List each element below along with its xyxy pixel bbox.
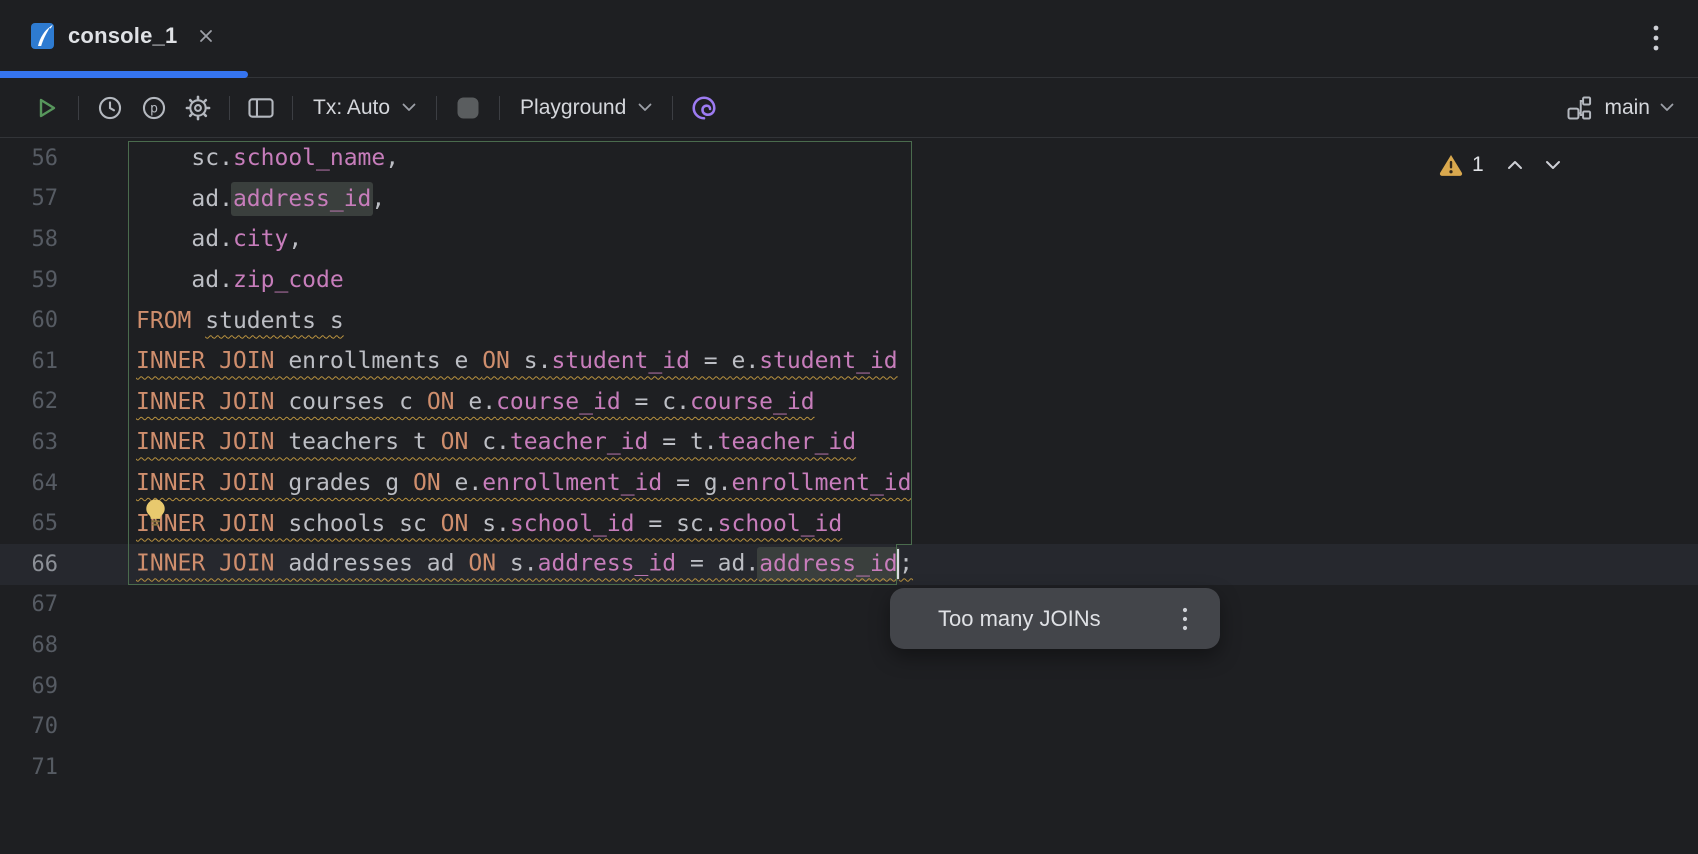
stop-button[interactable] [451, 91, 485, 125]
line-number: 59 [0, 268, 132, 293]
code-text: INNER JOIN teachers t ON c.teacher_id = … [132, 429, 856, 455]
schema-label: main [1604, 96, 1650, 120]
toolbar-divider [78, 96, 79, 120]
tab-bar: console_1 [0, 0, 1698, 78]
code-text: INNER JOIN enrollments e ON s.student_id… [132, 348, 898, 374]
line-number: 68 [0, 633, 132, 658]
editor-line-68[interactable]: 68 [0, 625, 1698, 666]
line-number: 57 [0, 186, 132, 211]
editor-line-70[interactable]: 70 [0, 706, 1698, 747]
chevron-down-icon [638, 103, 652, 112]
code-text: sc.school_name, [132, 145, 399, 171]
toolbar-divider [436, 96, 437, 120]
next-warning-icon[interactable] [1538, 150, 1568, 180]
editor-panel-icon[interactable] [244, 91, 278, 125]
warning-count: 1 [1472, 153, 1484, 177]
toolbar-divider [292, 96, 293, 120]
tx-mode-label: Tx: Auto [313, 96, 390, 120]
settings-gear-icon[interactable] [181, 91, 215, 125]
code-text: INNER JOIN grades g ON e.enrollment_id =… [132, 470, 912, 496]
code-text: FROM students s [132, 308, 344, 334]
tx-mode-selector[interactable]: Tx: Auto [307, 91, 422, 125]
intention-bulb-icon[interactable] [144, 498, 167, 529]
schema-icon [1564, 94, 1594, 122]
line-number: 70 [0, 714, 132, 739]
previous-warning-icon[interactable] [1500, 150, 1530, 180]
editor-line-71[interactable]: 71 [0, 747, 1698, 788]
editor-line-67[interactable]: 67 [0, 585, 1698, 626]
editor-line-66[interactable]: 66INNER JOIN addresses ad ON s.address_i… [0, 544, 1698, 585]
svg-text:p: p [150, 101, 158, 116]
code-text: ad.zip_code [132, 267, 344, 293]
line-number: 62 [0, 389, 132, 414]
tab-options-kebab-icon[interactable] [1642, 22, 1670, 56]
code-text: ad.city, [132, 226, 302, 252]
editor-line-69[interactable]: 69 [0, 666, 1698, 707]
code-text: INNER JOIN courses c ON e.course_id = c.… [132, 389, 815, 415]
line-number: 58 [0, 227, 132, 252]
line-number: 66 [0, 552, 132, 577]
editor-line-60[interactable]: 60FROM students s [0, 300, 1698, 341]
line-number: 65 [0, 511, 132, 536]
line-number: 56 [0, 146, 132, 171]
editor-line-65[interactable]: 65INNER JOIN schools sc ON s.school_id =… [0, 503, 1698, 544]
line-number: 60 [0, 308, 132, 333]
code-text: INNER JOIN addresses ad ON s.address_id … [132, 549, 913, 579]
schema-selector[interactable]: main [1564, 94, 1674, 122]
editor-line-58[interactable]: 58 ad.city, [0, 219, 1698, 260]
history-icon[interactable] [93, 91, 127, 125]
inspection-tooltip: Too many JOINs [890, 588, 1220, 649]
line-number: 67 [0, 592, 132, 617]
editor-lines: 56 sc.school_name,57 ad.address_id,58 ad… [0, 138, 1698, 788]
editor-line-64[interactable]: 64INNER JOIN grades g ON e.enrollment_id… [0, 463, 1698, 504]
tab-title: console_1 [68, 23, 177, 49]
tab-selected-underline [0, 71, 248, 78]
editor-line-62[interactable]: 62INNER JOIN courses c ON e.course_id = … [0, 382, 1698, 423]
code-text: ad.address_id, [132, 186, 385, 212]
tab-close-icon[interactable] [197, 27, 215, 45]
editor-line-61[interactable]: 61INNER JOIN enrollments e ON s.student_… [0, 341, 1698, 382]
chevron-down-icon [1660, 103, 1674, 112]
parameters-icon[interactable]: p [137, 91, 171, 125]
sqlite-file-icon [30, 21, 56, 51]
line-number: 64 [0, 471, 132, 496]
session-label: Playground [520, 96, 626, 120]
tab-console-1[interactable]: console_1 [0, 0, 241, 72]
inspections-widget: 1 [1438, 150, 1568, 180]
toolbar-divider [499, 96, 500, 120]
toolbar-divider [229, 96, 230, 120]
editor-line-63[interactable]: 63INNER JOIN teachers t ON c.teacher_id … [0, 422, 1698, 463]
chevron-down-icon [402, 103, 416, 112]
tooltip-text: Too many JOINs [938, 606, 1172, 632]
sql-editor[interactable]: 56 sc.school_name,57 ad.address_id,58 ad… [0, 138, 1698, 854]
tooltip-options-kebab-icon[interactable] [1172, 602, 1198, 636]
line-number: 63 [0, 430, 132, 455]
editor-line-59[interactable]: 59 ad.zip_code [0, 260, 1698, 301]
line-number: 71 [0, 755, 132, 780]
console-toolbar: p Tx: Auto Playground [0, 78, 1698, 138]
line-number: 61 [0, 349, 132, 374]
warning-triangle-icon[interactable] [1438, 153, 1464, 177]
session-selector[interactable]: Playground [514, 91, 658, 125]
toolbar-divider [672, 96, 673, 120]
run-button[interactable] [30, 91, 64, 125]
code-text: INNER JOIN schools sc ON s.school_id = s… [132, 511, 842, 537]
ai-assistant-icon[interactable] [687, 91, 721, 125]
editor-line-57[interactable]: 57 ad.address_id, [0, 179, 1698, 220]
line-number: 69 [0, 674, 132, 699]
